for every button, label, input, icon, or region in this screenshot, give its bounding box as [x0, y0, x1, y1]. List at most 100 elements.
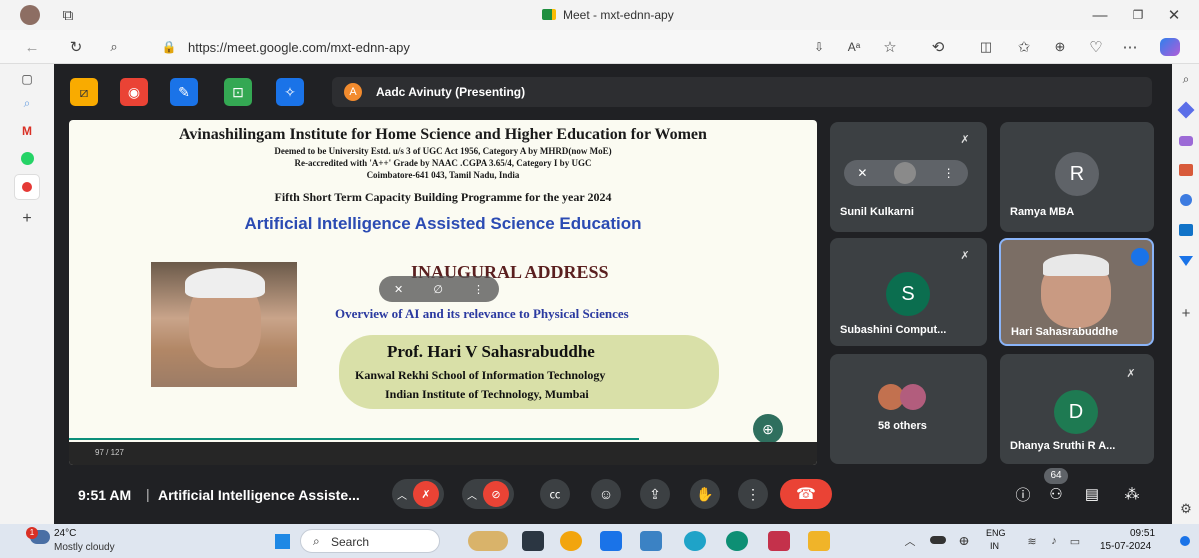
file-explorer-icon[interactable] — [808, 531, 830, 551]
search-box[interactable]: ⌕ Search — [300, 529, 440, 553]
participant-tile-active[interactable]: Hari Sahasrabuddhe — [999, 238, 1154, 346]
extensions-icon[interactable]: ⟲ — [928, 37, 948, 57]
mic-button[interactable]: ︿ ✗ — [392, 479, 444, 509]
tab-view-icon[interactable]: ▢ — [18, 70, 36, 88]
edge-icon[interactable] — [684, 531, 706, 551]
pin-icon[interactable]: ✕ — [857, 166, 867, 180]
tab-actions-icon[interactable]: ⧉ — [58, 6, 78, 24]
chat-icon[interactable]: ▤ — [1082, 484, 1102, 504]
activities-icon[interactable]: ⁂ — [1122, 484, 1142, 504]
outlook-icon[interactable] — [1179, 224, 1193, 236]
volume-icon[interactable]: ♪ — [1046, 532, 1062, 550]
tray-chevron-icon[interactable]: ︿ — [902, 532, 918, 550]
right-search-icon[interactable]: ⌕ — [1177, 70, 1195, 88]
emoji-button[interactable]: ☺ — [591, 479, 621, 509]
notification-icon[interactable] — [1180, 536, 1190, 546]
whatsapp-icon[interactable] — [21, 152, 34, 165]
chrome-icon[interactable] — [560, 531, 582, 551]
record-button[interactable]: ◉ — [120, 78, 148, 106]
lang-main[interactable]: ENG — [986, 528, 1006, 538]
chevron-up-icon[interactable]: ︿ — [397, 487, 407, 502]
usb-icon[interactable]: ⴲ — [956, 532, 972, 550]
presenter-label: Aadc Avinuty (Presenting) — [376, 85, 526, 99]
sidebar-search-icon[interactable]: ⌕ — [18, 94, 36, 112]
mcafee-icon[interactable] — [768, 531, 790, 551]
participant-tile[interactable]: ✗ S Subashini Comput... — [830, 238, 987, 346]
start-icon[interactable] — [273, 532, 291, 550]
profile-avatar[interactable] — [20, 5, 40, 25]
store-icon[interactable] — [600, 531, 622, 551]
participant-tile[interactable]: R Ramya MBA — [1000, 122, 1154, 232]
camera-button[interactable]: ︿ ⊘ — [462, 479, 514, 509]
end-call-button[interactable]: ☎ — [780, 479, 832, 509]
clock-time[interactable]: 09:51 — [1130, 528, 1155, 539]
browser-essentials-icon[interactable]: ♡ — [1086, 37, 1106, 57]
close-icon[interactable]: ✕ — [1164, 5, 1184, 25]
search-icon: ⌕ — [313, 534, 320, 548]
meet-tab-icon[interactable] — [14, 174, 40, 200]
minimize-icon[interactable]: — — [1090, 5, 1110, 25]
slide-institution: Avinashilingam Institute for Home Scienc… — [179, 126, 707, 143]
more-options-button[interactable]: ⋮ — [738, 479, 768, 509]
camera-off-icon[interactable]: ⊘ — [483, 481, 509, 507]
tools-icon[interactable] — [1179, 164, 1193, 176]
copilot-icon[interactable] — [1160, 38, 1180, 56]
games-icon[interactable] — [1179, 136, 1193, 146]
collections-icon[interactable]: ⊕ — [1050, 37, 1070, 57]
participant-tile[interactable]: ✗ D Dhanya Sruthi R A... — [1000, 354, 1154, 464]
zoom-button[interactable]: ⊕ — [753, 414, 783, 444]
download-icon[interactable]: ⇩ — [810, 37, 828, 57]
shopping-icon[interactable] — [1177, 101, 1195, 119]
drop-icon[interactable] — [1179, 256, 1193, 266]
weather-badge: 1 — [26, 527, 38, 539]
right-settings-icon[interactable]: ⚙ — [1177, 500, 1195, 518]
more-icon[interactable]: ⋮ — [943, 166, 955, 180]
back-icon[interactable]: ← — [22, 37, 42, 57]
mute-icon[interactable]: ∅ — [433, 283, 443, 296]
more-icon[interactable]: ⋮ — [473, 283, 484, 296]
site-info-icon[interactable]: 🔒 — [160, 37, 178, 57]
widgets-icon[interactable] — [468, 531, 508, 551]
more-menu-icon[interactable]: ⋯ — [1120, 37, 1140, 57]
slide-page: 97 / 127 — [95, 448, 124, 457]
speaking-indicator-icon — [1131, 248, 1149, 266]
search-icon[interactable]: ⌕ — [104, 37, 124, 57]
avatar: S — [886, 272, 930, 316]
avatar: D — [1054, 390, 1098, 434]
teams-icon[interactable] — [640, 531, 662, 551]
hide-banner-button[interactable]: ⧄ — [70, 78, 98, 106]
battery-icon[interactable]: ▭ — [1066, 532, 1084, 550]
info-icon[interactable]: ⓘ — [1013, 484, 1033, 504]
split-screen-icon[interactable]: ◫ — [976, 37, 996, 57]
wifi-icon[interactable]: ≋ — [1024, 532, 1040, 550]
mic-off-icon[interactable]: ✗ — [413, 481, 439, 507]
favorite-icon[interactable]: ☆ — [880, 37, 900, 57]
others-tile[interactable]: 58 others — [830, 354, 987, 464]
layout-button[interactable]: ⊡ — [224, 78, 252, 106]
office-icon[interactable] — [1180, 194, 1192, 206]
refresh-icon[interactable]: ↻ — [66, 37, 86, 57]
onedrive-icon[interactable] — [930, 536, 946, 544]
notes-button[interactable]: ✎ — [170, 78, 198, 106]
task-view-icon[interactable] — [522, 531, 544, 551]
add-tab-icon[interactable]: + — [18, 210, 36, 228]
muted-icon: ✗ — [1126, 367, 1136, 380]
speaker-photo — [151, 262, 297, 387]
participant-tile[interactable]: ✗ ✕ ⋮ Sunil Kulkarni — [830, 122, 987, 232]
restore-icon[interactable]: ❐ — [1128, 5, 1148, 25]
present-button[interactable]: ⇪ — [640, 479, 670, 509]
clock-date[interactable]: 15-07-2024 — [1100, 541, 1151, 552]
captions-button[interactable]: ㏄ — [540, 479, 570, 509]
read-aloud-icon[interactable]: Aᵃ — [844, 37, 864, 57]
gmail-icon[interactable]: M — [18, 122, 36, 140]
pin-icon[interactable]: ✕ — [394, 283, 403, 296]
people-icon[interactable]: ⚇ — [1046, 484, 1066, 504]
effects-button[interactable]: ✧ — [276, 78, 304, 106]
raise-hand-button[interactable]: ✋ — [690, 479, 720, 509]
time-separator: | — [146, 486, 150, 502]
chrome-profile-icon[interactable] — [726, 531, 748, 551]
right-add-icon[interactable]: + — [1177, 304, 1195, 322]
favorites-bar-icon[interactable]: ✩ — [1014, 37, 1034, 57]
url-text[interactable]: https://meet.google.com/mxt-ednn-apy — [188, 40, 410, 55]
chevron-up-icon[interactable]: ︿ — [467, 487, 477, 502]
